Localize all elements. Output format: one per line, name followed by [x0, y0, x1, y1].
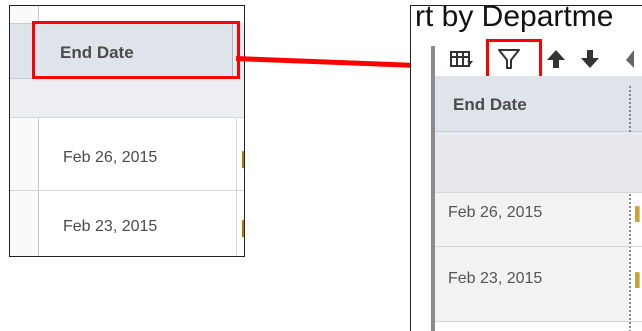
group-band-row	[10, 79, 244, 117]
next-column-cell-fragment: ▌	[635, 206, 642, 221]
table-columns-icon[interactable]	[447, 46, 477, 72]
more-options-icon[interactable]	[613, 46, 642, 72]
end-date-cell: Feb 26, 2015	[63, 149, 158, 166]
row-divider	[10, 117, 244, 118]
end-date-cell: Feb 26, 2015	[448, 204, 543, 221]
after-panel: rt by Departme End Date Feb 26, 2015 Feb…	[410, 5, 642, 331]
report-title-fragment: rt by Departme	[415, 5, 614, 33]
row-divider	[435, 246, 642, 247]
arrow-up-icon[interactable]	[543, 46, 569, 72]
end-date-header-label: End Date	[453, 95, 527, 114]
column-divider	[236, 117, 237, 256]
next-column-cell-fragment: ▌	[242, 220, 244, 236]
next-column-cell-fragment: ▌	[635, 272, 642, 287]
next-column-cell-fragment: ▌	[242, 151, 244, 167]
before-panel: End Date Feb 26, 2015 ▌ Feb 23, 2015 ▌	[9, 5, 245, 257]
row-divider	[435, 192, 642, 193]
end-date-cell: Feb 23, 2015	[63, 218, 158, 235]
group-band-row	[435, 132, 642, 192]
row-divider	[435, 321, 642, 322]
arrow-down-icon[interactable]	[577, 46, 603, 72]
column-boundary-dotted	[629, 86, 631, 331]
end-date-cell: Feb 23, 2015	[448, 270, 543, 287]
row-divider	[10, 190, 244, 191]
header-highlight-box	[32, 21, 240, 79]
